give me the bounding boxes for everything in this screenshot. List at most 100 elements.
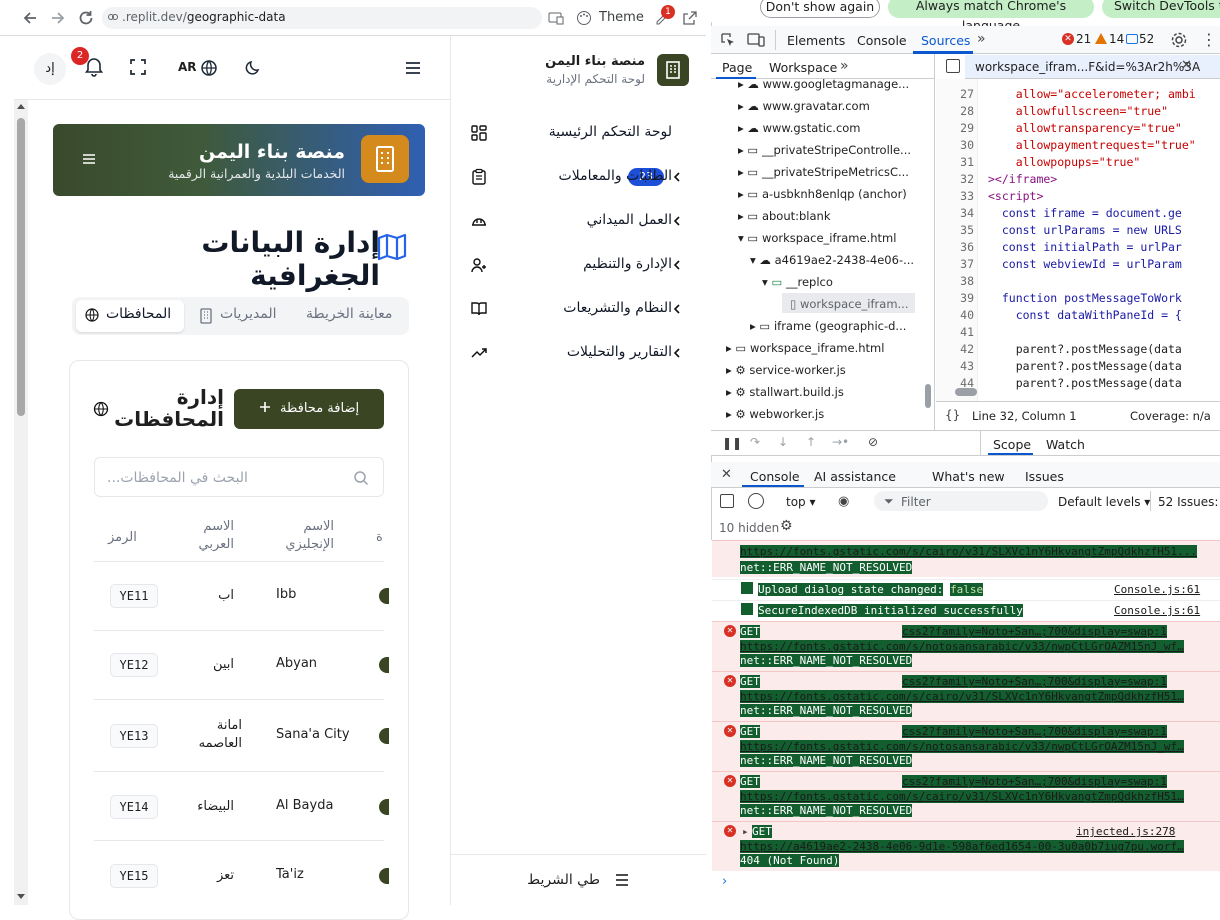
tab-map-preview[interactable]: معاينة الخريطة xyxy=(306,306,392,322)
pause-icon[interactable]: ❚❚ xyxy=(722,436,742,450)
editor-hscrollbar[interactable] xyxy=(955,388,977,396)
expand-triangle-icon[interactable]: ▸ xyxy=(742,825,749,838)
format-icon[interactable]: {} xyxy=(945,408,960,422)
error-url[interactable]: https://fonts.gstatic.com/s/notosansarab… xyxy=(740,740,1184,753)
site-info-icon[interactable] xyxy=(107,11,119,23)
eye-icon[interactable]: ◉ xyxy=(838,494,849,509)
drawer-tab-console[interactable]: Console xyxy=(750,469,800,484)
tree-item-selected[interactable]: ▯ workspace_ifram... xyxy=(790,297,909,311)
tree-item[interactable]: ▸ ▭ workspace_iframe.html xyxy=(726,341,884,355)
user-avatar[interactable]: إد xyxy=(34,53,66,85)
dont-show-again-button[interactable]: Don't show again xyxy=(760,0,880,18)
more-tabs-icon[interactable]: » xyxy=(977,31,986,47)
step-icon[interactable]: →• xyxy=(832,435,849,449)
request-source-link[interactable]: css2?family=Noto+San…;700&display=swap:1 xyxy=(902,675,1167,688)
log-source-link[interactable]: Console.js:61 xyxy=(1114,604,1200,617)
dark-mode-moon-icon[interactable] xyxy=(244,59,262,77)
palette-icon[interactable] xyxy=(576,10,592,26)
device-toolbar-icon[interactable] xyxy=(747,32,765,48)
scrollbar-thumb[interactable] xyxy=(17,118,25,416)
tree-item[interactable]: ▸ ▭ iframe (geographic-d... xyxy=(750,319,906,333)
tab-governorates[interactable]: المحافظات xyxy=(106,306,171,322)
error-url[interactable]: https://fonts.gstatic.com/s/cairo/v31/SL… xyxy=(740,790,1184,803)
collapse-sidebar-button[interactable]: طي الشريط xyxy=(510,868,640,894)
deactivate-breakpoints-icon[interactable]: ⊘ xyxy=(868,435,878,449)
log-levels-dropdown[interactable]: Default levels ▾ xyxy=(1058,495,1150,509)
tree-item[interactable]: ▸ ☁ www.gravatar.com xyxy=(738,99,870,113)
close-tab-icon[interactable]: ✕ xyxy=(1181,58,1192,73)
issues-count[interactable]: 52 Issues: xyxy=(1158,495,1218,509)
context-selector[interactable]: top ▾ xyxy=(786,495,816,509)
add-governorate-button[interactable]: إضافة محافظة xyxy=(234,389,384,429)
tree-item[interactable]: ▸ ▭ __privateStripeControlle... xyxy=(738,143,911,157)
reload-icon[interactable] xyxy=(76,8,96,28)
sidebar-item-regulations[interactable]: النظام والتشريعات xyxy=(462,291,694,327)
error-url[interactable]: https://a4619ae2-2438-4e06-9d1e-598af6ed… xyxy=(740,840,1184,853)
code-editor[interactable]: 27 allow="accelerometer; ambi 28 allowfu… xyxy=(936,79,1220,401)
console-settings-gear-icon[interactable]: ⚙ xyxy=(780,518,793,534)
search-input[interactable]: البحث في المحافظات... xyxy=(94,457,384,497)
scroll-up-arrow[interactable] xyxy=(17,104,25,109)
console-prompt-icon[interactable]: › xyxy=(722,874,727,889)
request-source-link[interactable]: css2?family=Noto+San…;700&display=swap:1 xyxy=(902,625,1167,638)
switch-devtools-language-button[interactable]: Switch DevTools to xyxy=(1102,0,1220,18)
tab-sources[interactable]: Sources xyxy=(921,33,970,48)
tree-item[interactable]: ▾ ▭ __replco xyxy=(762,275,833,289)
log-source-link[interactable]: Console.js:61 xyxy=(1114,583,1200,596)
tab-page[interactable]: Page xyxy=(722,60,752,75)
inspect-element-icon[interactable] xyxy=(720,32,736,48)
tab-console[interactable]: Console xyxy=(857,33,907,48)
tree-item[interactable]: ▸ ▭ __privateStripeMetricsC... xyxy=(738,165,909,179)
step-into-icon[interactable]: ↓ xyxy=(778,435,788,449)
warning-count[interactable]: 14 xyxy=(1109,32,1124,46)
sidebar-toggle-icon[interactable] xyxy=(720,494,734,508)
sidebar-item-management[interactable]: الإدارة والتنظيم xyxy=(462,247,694,283)
request-source-link[interactable]: css2?family=Noto+San…;700&display=swap:1 xyxy=(902,775,1167,788)
tab-workspace[interactable]: Workspace xyxy=(769,60,837,75)
sidebar-item-requests[interactable]: 23 الطلبات والمعاملات xyxy=(462,159,694,195)
toggle-navigator-icon[interactable] xyxy=(946,59,960,73)
drawer-tab-ai[interactable]: AI assistance xyxy=(814,469,896,484)
drawer-tab-whats-new[interactable]: What's new xyxy=(932,469,1005,484)
navigator-scrollbar[interactable] xyxy=(925,384,931,408)
tree-item[interactable]: ▸ ☁ www.googletagmanage... xyxy=(738,77,909,91)
close-drawer-icon[interactable]: ✕ xyxy=(721,467,732,482)
tree-item[interactable]: ▸ ▭ about:blank xyxy=(738,209,831,223)
step-over-icon[interactable]: ↷ xyxy=(750,435,760,449)
language-switch-label[interactable]: AR xyxy=(178,60,197,74)
theme-button[interactable]: Theme xyxy=(599,10,644,25)
error-count[interactable]: 21 xyxy=(1076,32,1091,46)
clear-console-icon[interactable] xyxy=(748,493,764,509)
tree-item[interactable]: ▸ ☁ www.gstatic.com xyxy=(738,121,861,135)
settings-gear-icon[interactable] xyxy=(1170,31,1188,49)
error-url[interactable]: https://fonts.gstatic.com/s/cairo/v31/SL… xyxy=(740,690,1184,703)
tree-item[interactable]: ▾ ▭ workspace_iframe.html xyxy=(738,231,896,245)
cast-icon[interactable] xyxy=(548,10,564,26)
tree-item[interactable]: ▸ ⚙ service-worker.js xyxy=(726,363,846,377)
request-source-link[interactable]: css2?family=Noto+San…;700&display=swap:1 xyxy=(902,725,1167,738)
more-options-icon[interactable]: ⋮ xyxy=(1201,30,1217,49)
scroll-down-arrow[interactable] xyxy=(17,894,25,899)
request-source-link[interactable]: injected.js:278 xyxy=(1076,825,1175,838)
message-count[interactable]: 52 xyxy=(1139,32,1154,46)
match-language-button[interactable]: Always match Chrome's language xyxy=(888,0,1094,33)
tree-item[interactable]: ▸ ⚙ stallwart.build.js xyxy=(726,385,844,399)
tree-item[interactable]: ▾ ☁ a4619ae2-2438-4e06-... xyxy=(750,253,914,267)
tab-directorates[interactable]: المديريات xyxy=(220,306,277,322)
sidebar-item-dashboard[interactable]: لوحة التحكم الرئيسية xyxy=(462,115,694,151)
sidebar-item-fieldwork[interactable]: العمل الميداني xyxy=(462,203,694,239)
back-icon[interactable] xyxy=(20,8,40,28)
tree-item[interactable]: ▸ ▭ a-usbknh8enlqp (anchor) xyxy=(738,187,907,201)
tree-item[interactable]: ▸ ⚙ webworker.js xyxy=(726,407,824,421)
drawer-tab-issues[interactable]: Issues xyxy=(1025,469,1064,484)
sidebar-item-reports[interactable]: التقارير والتحليلات xyxy=(462,335,694,371)
globe-icon[interactable] xyxy=(200,59,218,77)
tab-scope[interactable]: Scope xyxy=(993,437,1031,452)
tab-watch[interactable]: Watch xyxy=(1046,437,1085,452)
banner-menu-icon[interactable] xyxy=(82,153,96,165)
step-out-icon[interactable]: ↑ xyxy=(806,435,816,449)
more-navigator-tabs-icon[interactable]: » xyxy=(840,58,849,74)
fullscreen-icon[interactable] xyxy=(128,57,156,85)
error-url[interactable]: https://fonts.gstatic.com/s/cairo/v31/SL… xyxy=(740,545,1197,558)
tab-elements[interactable]: Elements xyxy=(787,33,845,48)
